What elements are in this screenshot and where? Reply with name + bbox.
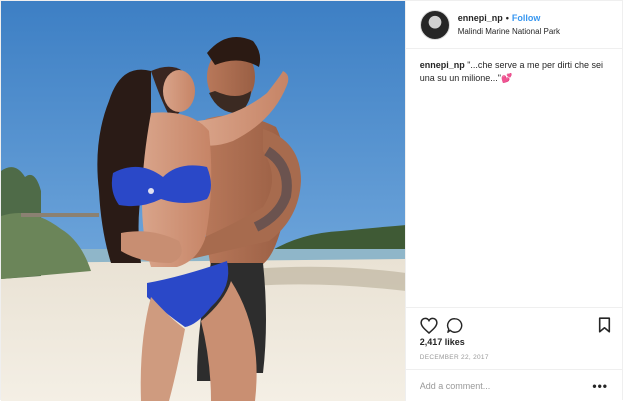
beach-couple-photo bbox=[1, 1, 405, 401]
post-photo[interactable] bbox=[1, 1, 405, 401]
header-username[interactable]: ennepi_np bbox=[458, 13, 503, 23]
header-text: ennepi_np • Follow Malindi Marine National… bbox=[458, 12, 560, 38]
bookmark-icon[interactable] bbox=[598, 317, 611, 338]
comment-input[interactable] bbox=[419, 380, 593, 391]
instagram-post: ennepi_np • Follow Malindi Marine National… bbox=[0, 0, 623, 401]
likes-count[interactable]: 2,417 likes bbox=[420, 337, 465, 347]
more-options-icon[interactable]: ••• bbox=[592, 379, 608, 393]
post-date: DECEMBER 22, 2017 bbox=[419, 354, 489, 361]
header-user-line: ennepi_np • Follow bbox=[458, 12, 560, 25]
comment-bar: ••• bbox=[405, 369, 622, 401]
caption: ennepi_np "...che serve a me per dirti c… bbox=[420, 59, 612, 85]
post-sidebar: ennepi_np • Follow Malindi Marine National… bbox=[404, 1, 622, 401]
caption-username[interactable]: ennepi_np bbox=[420, 60, 465, 70]
comment-icon[interactable] bbox=[446, 317, 464, 339]
heart-icon[interactable] bbox=[420, 317, 438, 339]
avatar[interactable] bbox=[419, 9, 450, 40]
separator-dot: • bbox=[505, 12, 509, 23]
post-header: ennepi_np • Follow Malindi Marine National… bbox=[405, 1, 622, 49]
location-link[interactable]: Malindi Marine National Park bbox=[458, 25, 560, 38]
action-bar bbox=[405, 307, 622, 339]
follow-button[interactable]: Follow bbox=[512, 13, 541, 23]
